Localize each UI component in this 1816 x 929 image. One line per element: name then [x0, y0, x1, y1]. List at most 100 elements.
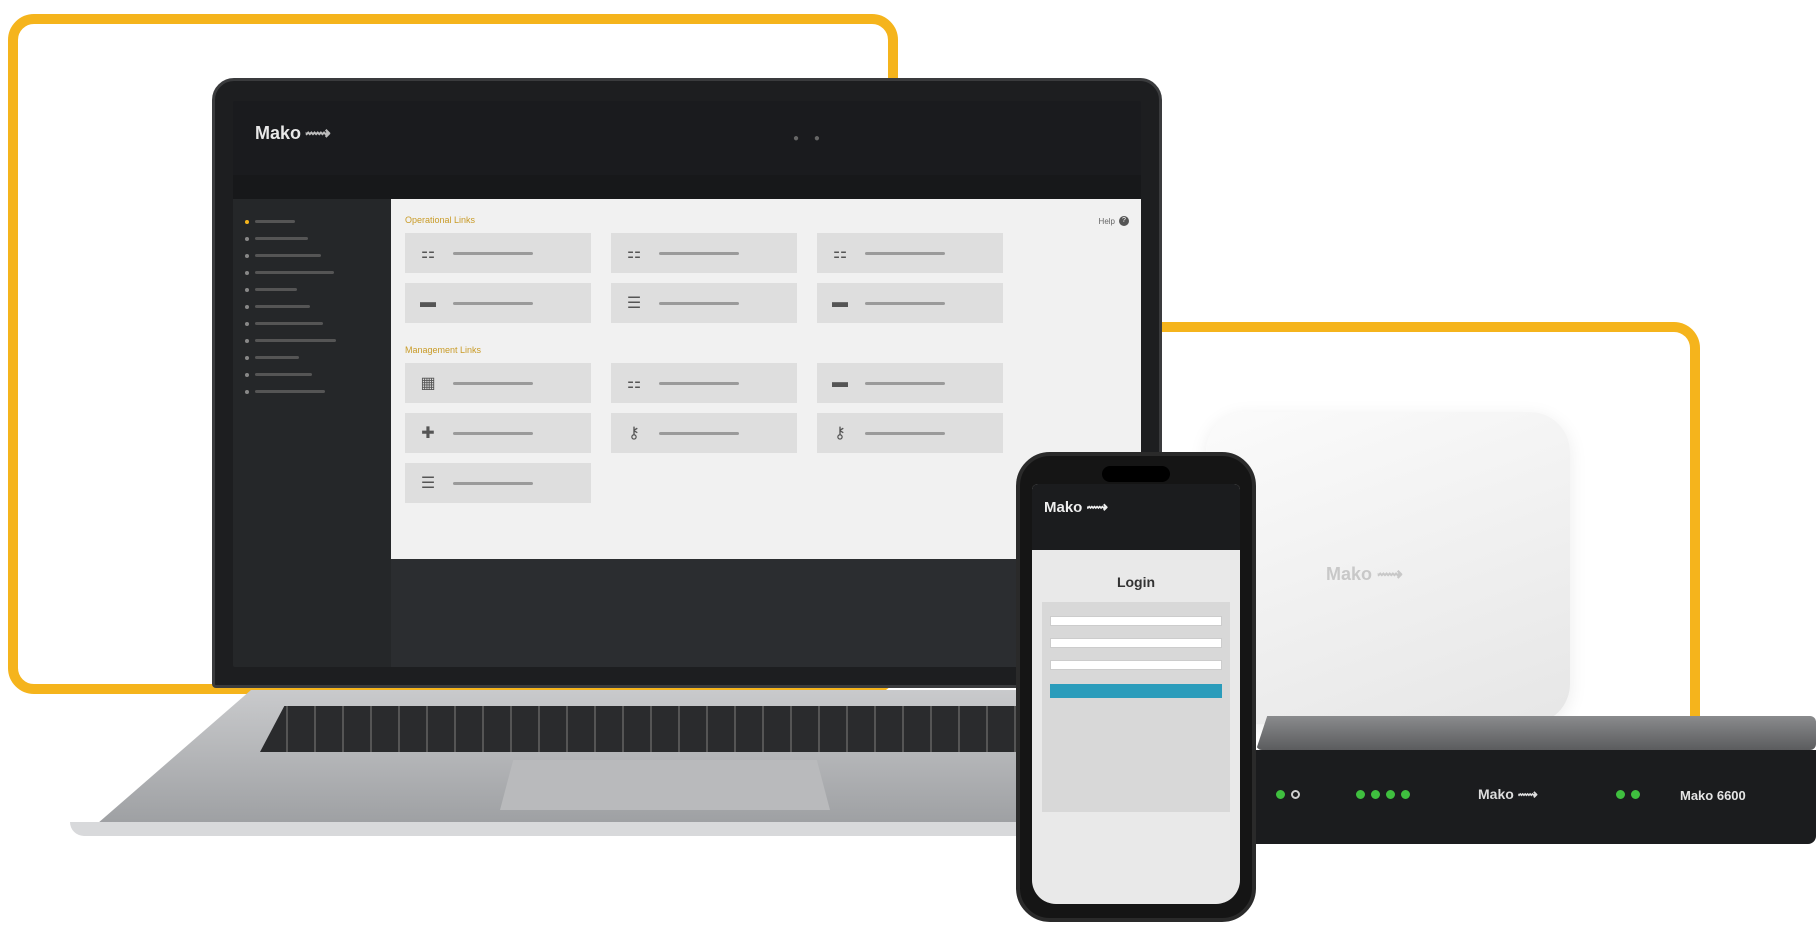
link-tile[interactable]: ⚷ — [611, 413, 797, 453]
logout-icon — [245, 389, 249, 394]
sidebar-item[interactable] — [233, 315, 391, 332]
link-tile[interactable]: ✚ — [405, 413, 591, 453]
help-link[interactable]: Help? — [1099, 216, 1129, 226]
operational-links-title: Operational Links — [405, 215, 476, 225]
laptop-screen: Mako ⟿ ● ● Operational Links Help? ⚏ ⚏ ⚏ ▬ ☰ ▬… — [233, 101, 1141, 667]
login-form — [1042, 602, 1230, 812]
org-chart-icon: ⚏ — [626, 245, 642, 262]
device-add-icon: ▬ — [832, 294, 848, 311]
sidebar-item-label — [255, 373, 312, 376]
key-icon: ⚷ — [628, 425, 640, 442]
led-indicator — [1401, 790, 1410, 799]
login-title: Login — [1116, 574, 1156, 590]
user-add-icon: ✚ — [421, 425, 435, 442]
sidebar-item-label — [255, 322, 323, 325]
org-chart-add-icon: ⚏ — [626, 375, 642, 392]
led-group-3 — [1616, 790, 1640, 799]
link-tile[interactable]: ☰ — [611, 283, 797, 323]
shark-icon: ⟿ — [1517, 786, 1538, 802]
access-point: Mako ⟿ — [1206, 412, 1570, 724]
password-input[interactable] — [1050, 638, 1222, 648]
shark-icon: ⟿ — [1377, 564, 1403, 584]
sidebar-item[interactable] — [233, 247, 391, 264]
breadcrumb — [233, 175, 1141, 199]
link-tile[interactable]: ▬ — [405, 283, 591, 323]
sidebar-item-label — [255, 271, 334, 274]
sidebar-item[interactable] — [233, 349, 391, 366]
access-point-logo: Mako ⟿ — [1326, 564, 1403, 584]
link-tile[interactable]: ▬ — [817, 363, 1003, 403]
shark-icon: ⟿ — [305, 123, 331, 143]
sidebar — [233, 199, 391, 667]
tile-label — [453, 481, 533, 485]
org-chart-add-icon: ⚏ — [832, 245, 848, 262]
led-group-1 — [1276, 790, 1300, 799]
management-links-title: Management Links — [405, 345, 482, 355]
chart-icon — [245, 304, 249, 309]
router-logo: Mako ⟿ — [1478, 786, 1538, 802]
sidebar-item-label — [255, 305, 310, 308]
code-input[interactable] — [1050, 660, 1222, 670]
home-icon — [245, 219, 249, 224]
building-icon: ▦ — [420, 375, 436, 392]
led-indicator — [1356, 790, 1365, 799]
org-chart-icon: ⚏ — [420, 245, 436, 262]
tile-label — [865, 431, 945, 435]
phone-logo: Mako ⟿ — [1044, 499, 1109, 516]
link-tile[interactable]: ☰ — [405, 463, 591, 503]
header-controls[interactable]: ● ● — [793, 133, 826, 144]
led-group-2 — [1356, 790, 1410, 799]
tile-label — [453, 251, 533, 255]
tile-label — [453, 431, 533, 435]
app-header: Mako ⟿ ● ● — [233, 101, 1141, 175]
sidebar-item-label — [255, 390, 325, 393]
router-model-label: Mako 6600 — [1680, 788, 1746, 803]
sidebar-item[interactable] — [233, 383, 391, 400]
login-button[interactable] — [1050, 684, 1222, 698]
sidebar-item[interactable] — [233, 264, 391, 281]
sidebar-item[interactable] — [233, 213, 391, 230]
link-tile[interactable]: ▦ — [405, 363, 591, 403]
sidebar-item-label — [255, 254, 321, 257]
led-indicator — [1616, 790, 1625, 799]
router-top — [1256, 716, 1816, 750]
tile-label — [453, 301, 533, 305]
sidebar-item[interactable] — [233, 281, 391, 298]
help-icon: ? — [1119, 216, 1129, 226]
app-logo: Mako ⟿ — [255, 123, 331, 143]
sidebar-item[interactable] — [233, 366, 391, 383]
sidebar-item[interactable] — [233, 298, 391, 315]
phone-screen: Mako ⟿ Login — [1032, 484, 1240, 904]
link-tile[interactable]: ⚏ — [817, 233, 1003, 273]
led-indicator — [1276, 790, 1285, 799]
username-input[interactable] — [1050, 616, 1222, 626]
link-tile[interactable]: ⚏ — [405, 233, 591, 273]
sidebar-item[interactable] — [233, 230, 391, 247]
trackpad — [500, 760, 830, 810]
led-indicator — [1291, 790, 1300, 799]
link-tile[interactable]: ⚷ — [817, 413, 1003, 453]
list-icon: ☰ — [420, 475, 436, 492]
sidebar-item-label — [255, 220, 295, 223]
tile-label — [453, 381, 533, 385]
link-tile[interactable]: ⚏ — [611, 233, 797, 273]
tile-label — [865, 251, 945, 255]
phone-header: Mako ⟿ — [1032, 484, 1240, 550]
report-icon — [245, 338, 249, 343]
sidebar-item[interactable] — [233, 332, 391, 349]
router: Mako ⟿ Mako 6600 — [1236, 716, 1816, 844]
tile-label — [659, 431, 739, 435]
tile-label — [865, 381, 945, 385]
device-icon — [245, 270, 249, 275]
key-icon: ⚷ — [834, 425, 846, 442]
router-front: Mako ⟿ Mako 6600 — [1246, 750, 1816, 844]
network-icon — [245, 236, 249, 241]
link-tile[interactable]: ▬ — [817, 283, 1003, 323]
shark-icon: ⟿ — [1086, 499, 1109, 516]
tile-label — [659, 381, 739, 385]
device-icon: ▬ — [420, 294, 436, 311]
keyboard — [260, 706, 1070, 752]
user-icon — [245, 253, 249, 258]
link-tile[interactable]: ⚏ — [611, 363, 797, 403]
tile-label — [865, 301, 945, 305]
